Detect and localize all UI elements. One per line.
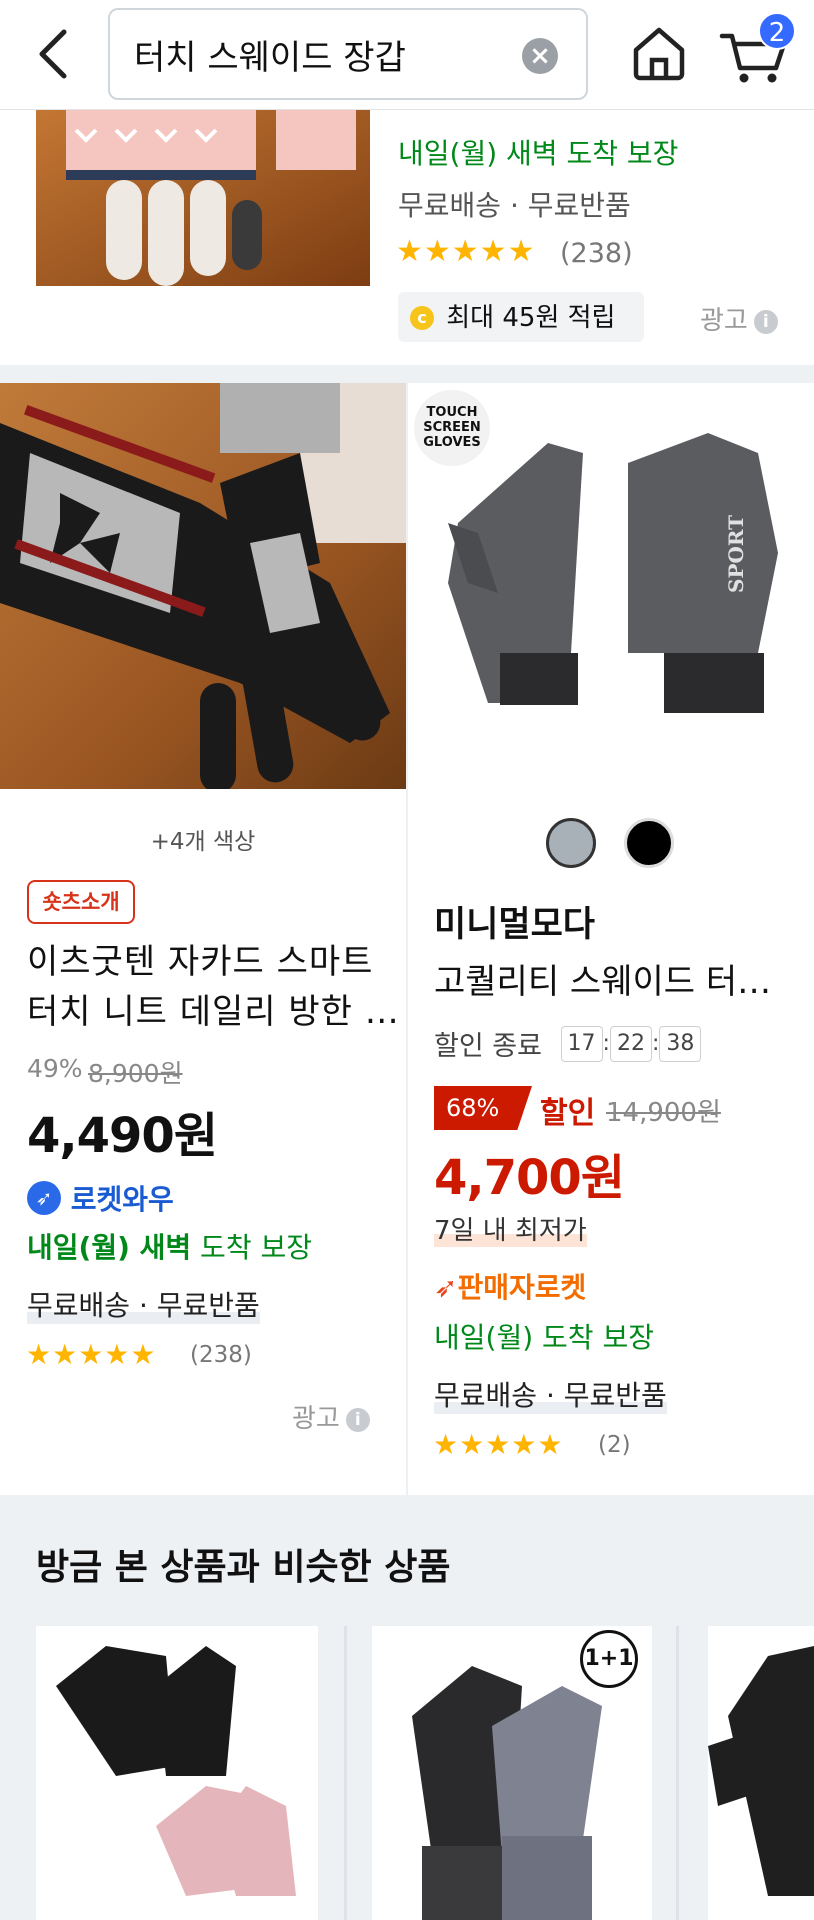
swatch-gray[interactable]	[546, 818, 596, 868]
left-ad-label[interactable]: 광고 i	[292, 1398, 370, 1435]
home-icon	[633, 27, 685, 81]
right-original-price: 14,900원	[606, 1098, 721, 1128]
top-reward-badge: c 최대 45원 적립	[398, 292, 644, 342]
similar-heading: 방금 본 상품과 비슷한 상품	[36, 1547, 451, 1588]
left-rating-stars: ★★★★★	[26, 1338, 157, 1371]
right-delivery-text: 내일(월) 도착 보장	[434, 1321, 654, 1354]
left-product-title-1[interactable]: 이츠굿텐 자카드 스마트	[27, 934, 373, 983]
timer-minutes: 22	[609, 1025, 652, 1062]
timer-hours: 17	[560, 1025, 603, 1062]
timer-seconds: 38	[659, 1025, 702, 1062]
touch-screen-badge: TOUCH SCREEN GLOVES	[414, 390, 490, 466]
right-price: 4,700원	[434, 1150, 625, 1206]
similar-item-3-image[interactable]	[708, 1626, 814, 1920]
shorts-badge: 숏츠소개	[27, 880, 135, 924]
reward-text: 최대 45원 적립	[446, 302, 616, 333]
info-icon: i	[753, 309, 778, 334]
similar-divider	[676, 1626, 679, 1920]
left-review-count: (238)	[190, 1342, 252, 1368]
ad-text: 광고	[292, 1404, 340, 1434]
svg-text:SPORT: SPORT	[724, 515, 748, 593]
top-review-count: (238)	[560, 238, 633, 269]
badge-text-3: GLOVES	[423, 435, 481, 450]
clear-search-icon[interactable]: ×	[522, 38, 558, 74]
left-product-title-2[interactable]: 터치 니트 데일리 방한 …	[27, 984, 400, 1033]
right-brand[interactable]: 미니멀모다	[434, 896, 595, 947]
top-product-image[interactable]	[36, 110, 370, 286]
coin-icon: c	[410, 305, 434, 330]
chevron-left-icon	[39, 29, 67, 79]
left-product-image[interactable]	[0, 383, 406, 789]
discount-word: 할인	[540, 1096, 596, 1131]
right-shipping-text: 무료배송 · 무료반품	[434, 1374, 667, 1414]
right-product-title[interactable]: 고퀄리티 스웨이드 터…	[434, 954, 771, 1003]
right-rating-stars: ★★★★★	[433, 1428, 564, 1461]
ad-text: 광고	[700, 306, 748, 336]
rocket-icon: ➶	[434, 1271, 458, 1304]
left-shipping-text: 무료배송 · 무료반품	[27, 1284, 260, 1324]
search-input[interactable]	[134, 28, 514, 80]
top-rating-stars: ★★★★★	[396, 234, 536, 269]
sale-end-label: 할인 종료	[434, 1031, 542, 1062]
top-ad-label[interactable]: 광고 i	[700, 300, 778, 337]
lowest-price-label: 7일 내 최저가	[434, 1210, 587, 1247]
section-divider	[0, 365, 814, 383]
home-button[interactable]	[628, 22, 690, 84]
similar-item-1-image[interactable]	[36, 1626, 318, 1920]
cart-count-badge: 2	[758, 12, 796, 50]
rocket-wow-label: ➶ 로켓와우	[27, 1178, 174, 1218]
left-delivery-text: 내일(월) 새벽 도착 보장	[27, 1231, 312, 1264]
left-original-price: 8,900원	[88, 1059, 183, 1088]
info-icon: i	[345, 1407, 370, 1432]
similar-divider	[344, 1626, 347, 1920]
top-shipping-text: 무료배송 · 무료반품	[398, 189, 631, 222]
top-delivery-text: 내일(월) 새벽 도착 보장	[398, 137, 679, 170]
back-button[interactable]	[30, 26, 78, 82]
rocket-icon: ➶	[27, 1181, 61, 1215]
one-plus-one-badge: 1+1	[580, 1630, 638, 1688]
right-review-count: (2)	[598, 1432, 631, 1458]
badge-text-2: SCREEN	[423, 420, 481, 435]
seller-rocket-label: ➶판매자로켓	[434, 1271, 587, 1304]
left-color-count[interactable]: +4개 색상	[0, 822, 406, 856]
sale-end-timer: 할인 종료 17:22:38	[434, 1024, 702, 1063]
top-bar: × 2	[0, 0, 814, 110]
left-price: 4,490원	[27, 1108, 218, 1164]
badge-text-1: TOUCH	[426, 405, 478, 420]
discount-flag: 68%	[434, 1086, 532, 1130]
left-discount-pct: 49%	[27, 1054, 83, 1083]
swatch-black[interactable]	[624, 818, 674, 868]
search-box[interactable]: ×	[108, 8, 588, 100]
